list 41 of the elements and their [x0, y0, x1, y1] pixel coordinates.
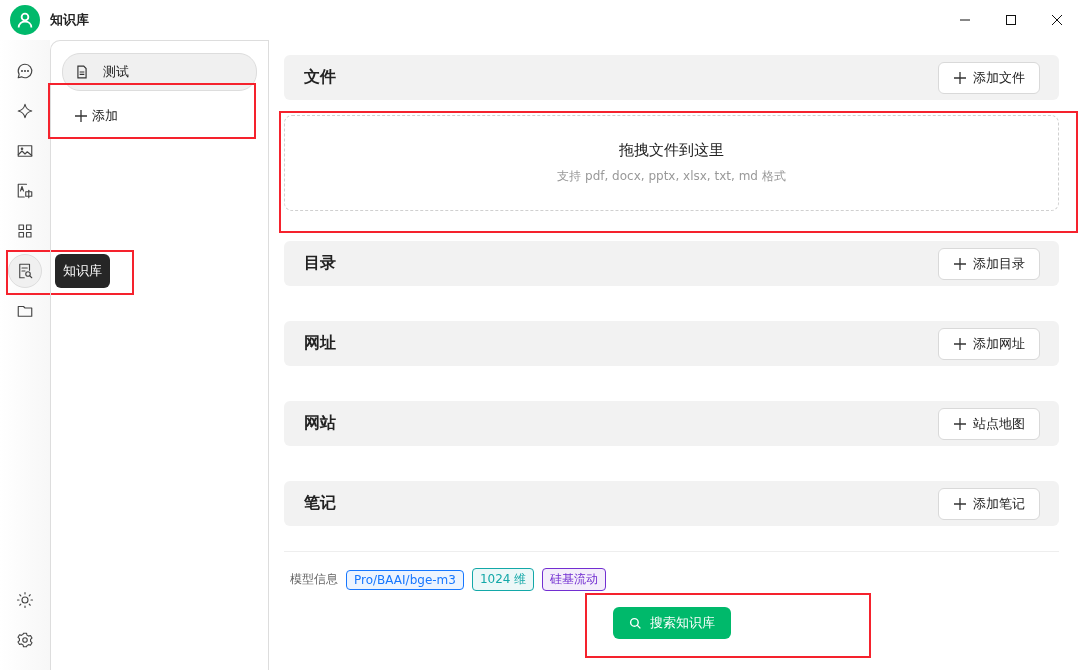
add-button[interactable]: 添加: [62, 101, 130, 131]
sparkle-icon: [16, 102, 34, 120]
window-title: 知识库: [50, 11, 90, 29]
plus-icon: [953, 336, 967, 351]
translate-icon: [16, 182, 34, 200]
plus-icon: [953, 416, 967, 431]
apps-grid-icon: [16, 222, 34, 240]
section-title: 笔记: [304, 493, 336, 514]
model-tag: 1024 维: [471, 568, 535, 591]
model-tag: 硅基流动: [542, 568, 607, 591]
file-drop-zone[interactable]: 拖拽文件到这里 支持 pdf, docx, pptx, xlsx, txt, md 格式: [284, 115, 1059, 211]
section-title: 文件: [304, 67, 336, 88]
plus-icon: [953, 70, 967, 85]
add-button[interactable]: 站点地图: [938, 407, 1040, 440]
maximize-icon: [1005, 14, 1017, 26]
drop-zone-title: 拖拽文件到这里: [619, 141, 724, 160]
sidebar-nav-button[interactable]: [8, 254, 42, 288]
search-icon: [628, 616, 642, 630]
add-button[interactable]: 添加目录: [938, 247, 1040, 280]
plus-icon: [74, 109, 88, 123]
document-search-icon: [16, 262, 34, 280]
document-icon: [75, 65, 89, 79]
settings-icon: [16, 631, 34, 649]
image-icon: [16, 142, 34, 160]
drop-zone-hint: 支持 pdf, docx, pptx, xlsx, txt, md 格式: [557, 168, 786, 185]
add-button[interactable]: 添加文件: [938, 61, 1040, 94]
add-button[interactable]: 添加笔记: [938, 487, 1040, 520]
model-info-label: 模型信息: [290, 571, 338, 588]
chat-bubble-icon: [16, 62, 34, 80]
close-icon: [1051, 14, 1063, 26]
section-title: 目录: [304, 253, 336, 274]
sun-icon: [16, 591, 34, 609]
plus-icon: [953, 256, 967, 271]
section-title: 网站: [304, 413, 336, 434]
plus-icon: [953, 496, 967, 511]
section-title: 网址: [304, 333, 336, 354]
knowledge-base-item[interactable]: 测试: [62, 53, 257, 91]
model-tag: Pro/BAAI/bge-m3: [346, 569, 464, 590]
avatar[interactable]: [10, 5, 40, 35]
tooltip: 知识库: [55, 254, 110, 288]
add-button[interactable]: 添加网址: [938, 327, 1040, 360]
